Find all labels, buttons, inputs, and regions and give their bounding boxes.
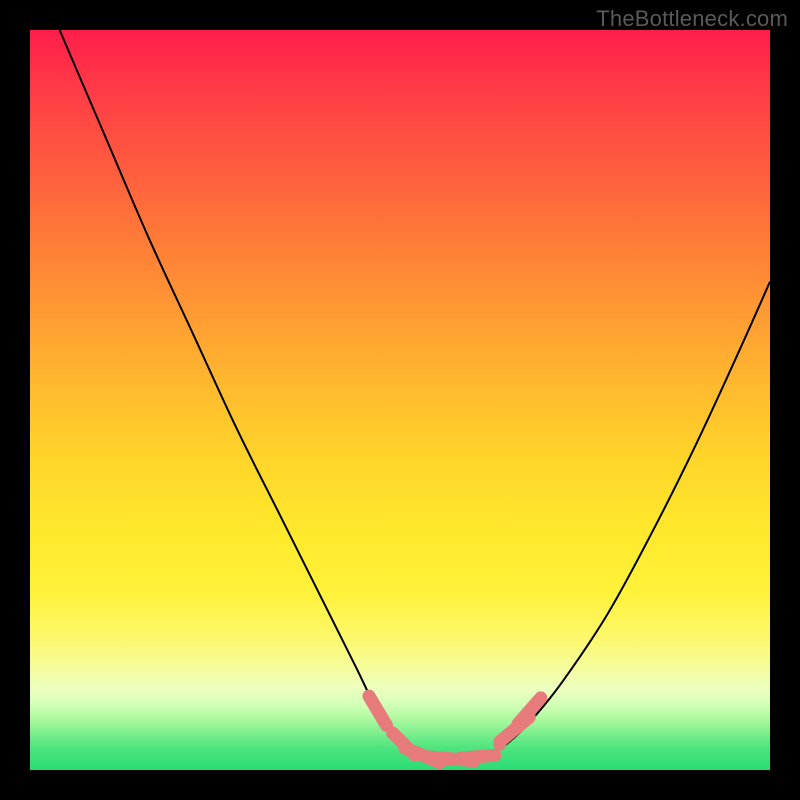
curve-marker-lozenge <box>369 696 387 725</box>
curve-layer <box>30 30 770 770</box>
curve-marker-lozenge <box>518 698 541 724</box>
plot-area <box>30 30 770 770</box>
bottleneck-curve <box>60 30 770 759</box>
marker-group <box>369 696 541 762</box>
curve-marker-lozenge <box>461 755 495 758</box>
chart-frame: TheBottleneck.com <box>0 0 800 800</box>
watermark-text: TheBottleneck.com <box>596 6 788 32</box>
